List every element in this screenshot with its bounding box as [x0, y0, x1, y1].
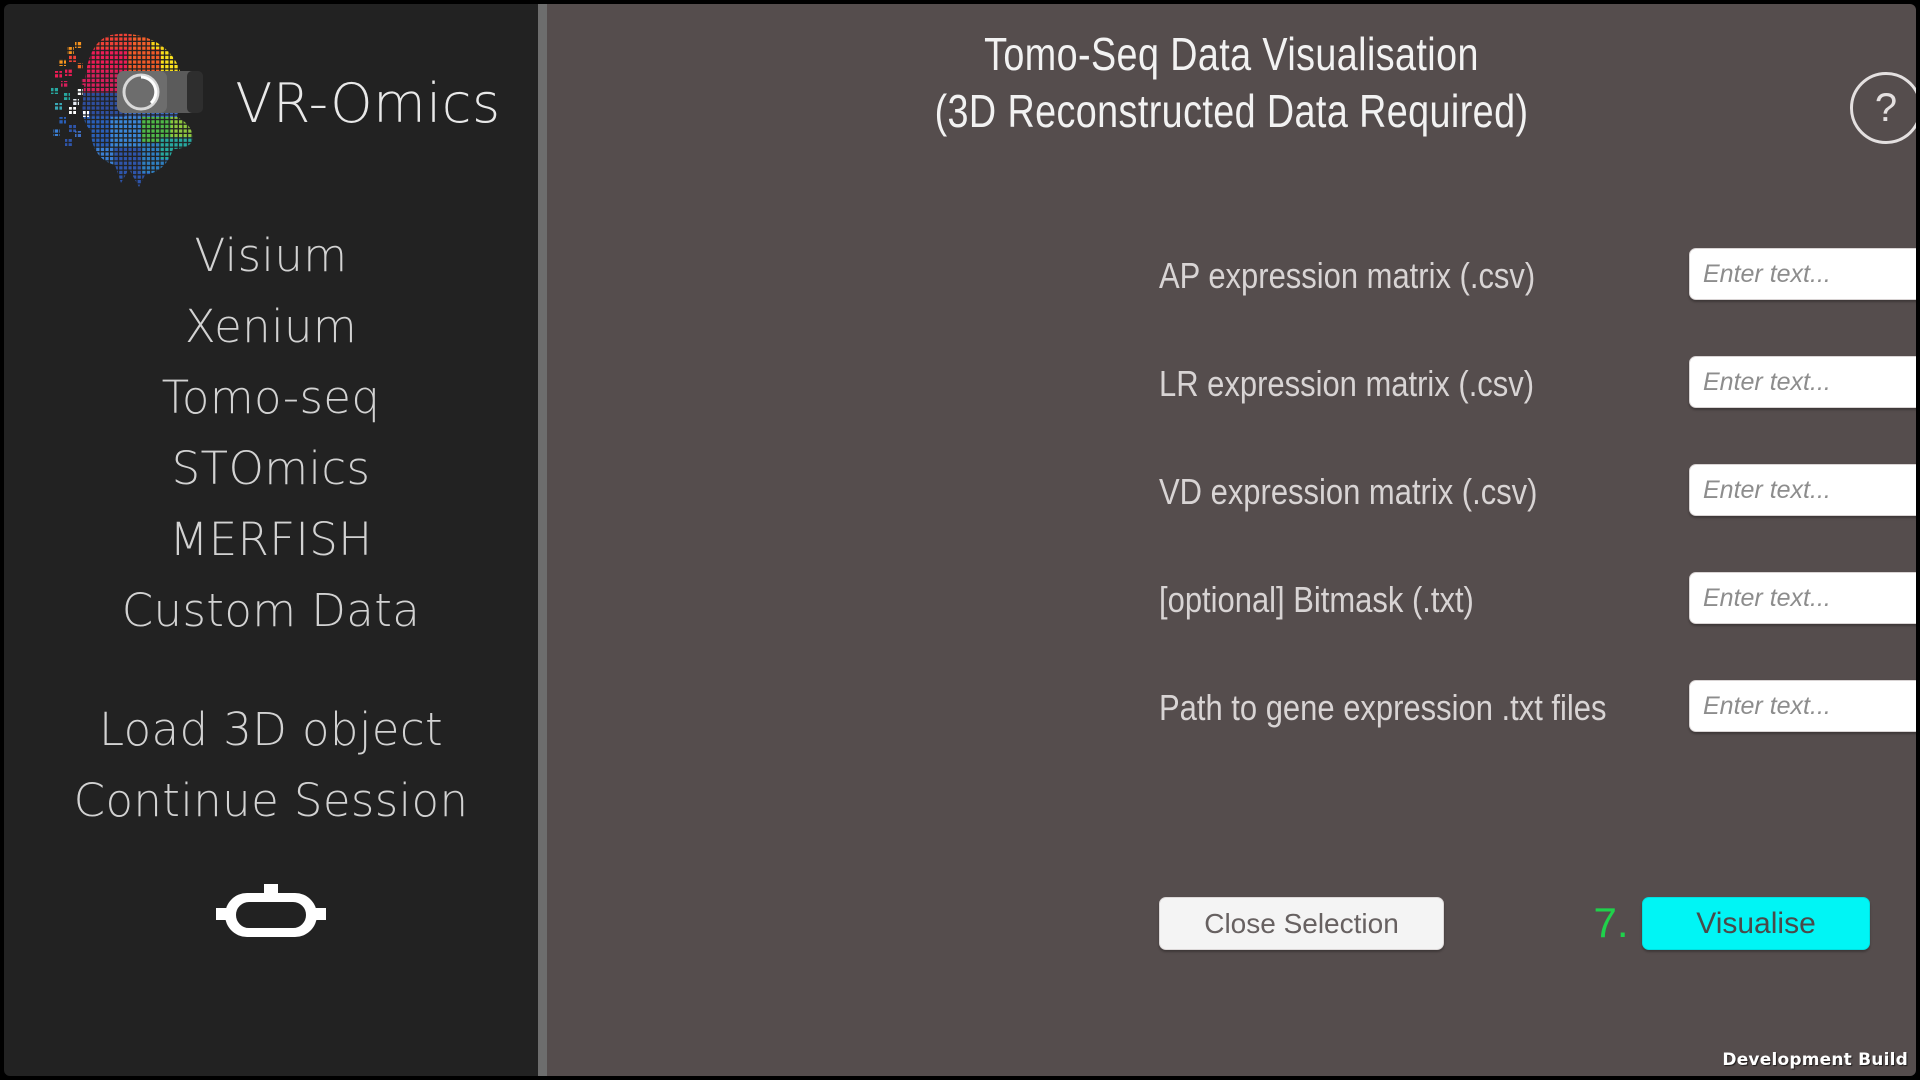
- panel-header: Tomo-Seq Data Visualisation (3D Reconstr…: [547, 4, 1916, 184]
- help-button[interactable]: ?: [1850, 72, 1916, 144]
- panel-divider: [538, 0, 547, 1080]
- sidebar-item-visium[interactable]: Visium: [194, 220, 347, 291]
- development-build-watermark: Development Build: [1722, 1050, 1908, 1070]
- main-panel: Tomo-Seq Data Visualisation (3D Reconstr…: [547, 0, 1920, 1080]
- sidebar-secondary-menu: Load 3D object Continue Session: [4, 694, 538, 836]
- vr-headset-icon[interactable]: [216, 882, 326, 944]
- label-vd-matrix: VD expression matrix (.csv): [1159, 471, 1538, 512]
- footer-actions: Close Selection 7. Visualise: [1159, 897, 1870, 953]
- label-gene-expression-path: Path to gene expression .txt files: [1159, 687, 1607, 728]
- sidebar-item-continue-session[interactable]: Continue Session: [74, 765, 469, 836]
- page-title-line2: (3D Reconstructed Data Required): [934, 85, 1529, 137]
- input-vd-matrix[interactable]: [1689, 464, 1916, 516]
- label-ap-matrix: AP expression matrix (.csv): [1159, 255, 1536, 296]
- input-bitmask[interactable]: [1689, 572, 1916, 624]
- form-row-bitmask: [optional] Bitmask (.txt) 5. Browse: [1159, 570, 1916, 678]
- application-window: VR-Omics Visium Xenium Tomo-seq STOmics …: [0, 0, 1920, 1080]
- sidebar-item-load-3d-object[interactable]: Load 3D object: [99, 694, 443, 765]
- brand-title: VR-Omics: [235, 72, 501, 135]
- label-lr-matrix: LR expression matrix (.csv): [1159, 363, 1535, 404]
- sidebar: VR-Omics Visium Xenium Tomo-seq STOmics …: [0, 0, 538, 1080]
- sidebar-item-merfish[interactable]: MERFISH: [170, 504, 373, 575]
- visualise-button[interactable]: Visualise: [1642, 897, 1870, 950]
- form-row-ap-matrix: AP expression matrix (.csv) 2. Browse: [1159, 246, 1916, 354]
- sidebar-primary-menu: Visium Xenium Tomo-seq STOmics MERFISH C…: [4, 220, 538, 646]
- form-row-lr-matrix: LR expression matrix (.csv) 3. Browse: [1159, 354, 1916, 462]
- close-selection-button[interactable]: Close Selection: [1159, 897, 1444, 950]
- sidebar-item-custom-data[interactable]: Custom Data: [122, 575, 421, 646]
- sidebar-item-stomics[interactable]: STOmics: [172, 433, 371, 504]
- sidebar-item-tomo-seq[interactable]: Tomo-seq: [162, 362, 381, 433]
- form-row-vd-matrix: VD expression matrix (.csv) 4. Browse: [1159, 462, 1916, 570]
- input-gene-expression-path[interactable]: [1689, 680, 1916, 732]
- step-number-7: 7.: [1593, 899, 1629, 946]
- page-title-line1: Tomo-Seq Data Visualisation: [984, 28, 1479, 80]
- input-lr-matrix[interactable]: [1689, 356, 1916, 408]
- input-ap-matrix[interactable]: [1689, 248, 1916, 300]
- brand-header: VR-Omics: [4, 18, 538, 190]
- data-source-form: AP expression matrix (.csv) 2. Browse LR…: [1159, 246, 1916, 786]
- sidebar-item-xenium[interactable]: Xenium: [185, 291, 357, 362]
- form-row-gene-expression-path: Path to gene expression .txt files 6. Br…: [1159, 678, 1916, 786]
- vr-omics-brain-headset-logo-icon: [41, 19, 217, 189]
- visualise-group: 7. Visualise: [1580, 897, 1870, 950]
- label-bitmask: [optional] Bitmask (.txt): [1159, 579, 1474, 620]
